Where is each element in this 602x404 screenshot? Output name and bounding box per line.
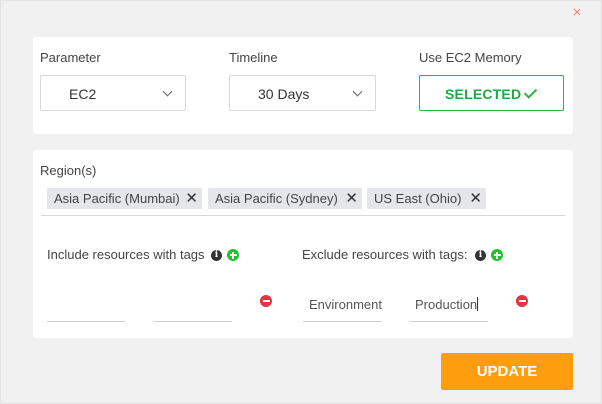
remove-include-tag-icon[interactable] — [260, 295, 272, 307]
timeline-select[interactable]: 30 Days — [229, 75, 376, 111]
remove-exclude-tag-icon[interactable] — [516, 295, 528, 307]
include-tag-value-input[interactable] — [153, 300, 232, 322]
add-exclude-tag-icon[interactable] — [491, 249, 503, 261]
region-chip-label: US East (Ohio) — [374, 191, 462, 206]
parameter-value: EC2 — [69, 86, 97, 102]
region-chip-label: Asia Pacific (Mumbai) — [54, 191, 180, 206]
parameter-label: Parameter — [40, 50, 101, 65]
options-card: Parameter EC2 Timeline 30 Days Use EC2 M… — [33, 37, 573, 134]
regions-label: Region(s) — [40, 163, 97, 178]
remove-region-icon[interactable]: ✕ — [469, 188, 482, 209]
settings-dialog: × Parameter EC2 Timeline 30 Days Use EC2… — [0, 0, 602, 404]
chevron-down-icon — [352, 86, 363, 97]
checkmark-icon — [523, 85, 538, 99]
info-icon: i — [211, 250, 222, 261]
filters-card: Region(s) Asia Pacific (Mumbai) ✕ Asia P… — [33, 150, 573, 338]
add-include-tag-icon[interactable] — [227, 249, 239, 261]
region-chip: US East (Ohio) ✕ — [367, 188, 486, 209]
exclude-tag-value-input[interactable]: Production — [409, 293, 488, 322]
regions-input-underline[interactable] — [41, 215, 565, 216]
parameter-select[interactable]: EC2 — [40, 75, 186, 111]
region-chip: Asia Pacific (Sydney) ✕ — [208, 188, 362, 209]
memory-label: Use EC2 Memory — [419, 50, 522, 65]
region-chip: Asia Pacific (Mumbai) ✕ — [47, 188, 202, 209]
ec2-memory-selected-button[interactable]: SELECTED — [419, 75, 564, 111]
timeline-label: Timeline — [229, 50, 278, 65]
info-icon: i — [475, 250, 486, 261]
selected-button-label: SELECTED — [445, 86, 522, 102]
exclude-tag-key-input[interactable]: Environment — [303, 293, 382, 322]
timeline-value: 30 Days — [258, 86, 310, 102]
close-icon[interactable]: × — [570, 5, 584, 20]
chevron-down-icon — [162, 86, 173, 97]
exclude-tag-value: Production — [415, 297, 478, 312]
text-cursor — [477, 297, 479, 311]
remove-region-icon[interactable]: ✕ — [345, 188, 358, 209]
include-tag-key-input[interactable] — [47, 300, 125, 322]
include-tags-label: Include resources with tags — [47, 247, 205, 262]
update-button[interactable]: UPDATE — [441, 353, 573, 390]
exclude-tags-label: Exclude resources with tags: — [302, 247, 468, 262]
remove-region-icon[interactable]: ✕ — [185, 188, 198, 209]
region-chip-label: Asia Pacific (Sydney) — [215, 191, 338, 206]
